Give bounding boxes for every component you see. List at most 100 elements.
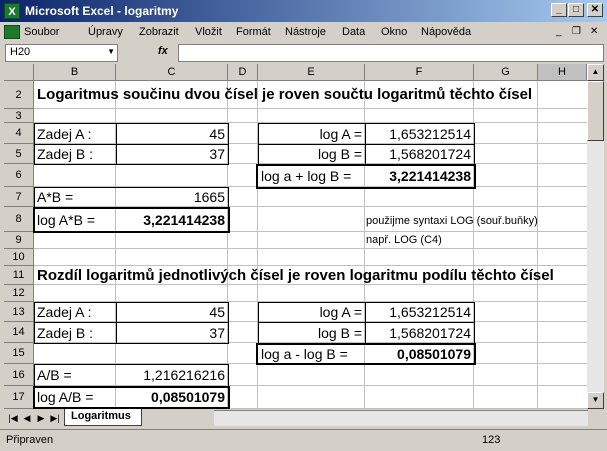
label-log-sum[interactable]: log a + log B = — [258, 167, 368, 185]
row-header[interactable]: 2 — [4, 81, 34, 109]
value-log-a-times-b[interactable]: 3,221414238 — [116, 211, 228, 229]
label-log-a[interactable]: log A = — [258, 125, 365, 143]
menu-okno[interactable]: Okno — [381, 26, 407, 38]
select-all-corner[interactable] — [4, 64, 34, 81]
heading-quotient-rule: Rozdíl logaritmů jednotlivých čísel je r… — [37, 267, 554, 284]
minimize-button[interactable]: _ — [551, 3, 567, 17]
first-sheet-icon[interactable]: |◀ — [6, 411, 20, 425]
doc-minimize-button[interactable]: _ — [556, 26, 562, 37]
row-header[interactable]: 5 — [4, 144, 34, 164]
label-zadej-b[interactable]: Zadej B : — [34, 324, 116, 342]
fx-icon[interactable]: fx — [158, 45, 168, 57]
value-log-b[interactable]: 1,568201724 — [365, 145, 474, 163]
row-header[interactable]: 10 — [4, 249, 34, 266]
label-log-b[interactable]: log B = — [258, 324, 365, 342]
column-header-h[interactable]: H — [538, 64, 587, 81]
label-zadej-a[interactable]: Zadej A : — [34, 125, 116, 143]
column-header-f[interactable]: F — [365, 64, 474, 81]
input-value-b[interactable]: 37 — [116, 324, 228, 342]
input-value-a[interactable]: 45 — [116, 303, 228, 321]
row-header[interactable]: 3 — [4, 109, 34, 123]
value-log-a-div-b[interactable]: 0,08501079 — [116, 388, 228, 406]
status-num-indicator: 123 — [482, 434, 501, 446]
name-box[interactable]: H20 ▼ — [5, 44, 118, 62]
input-value-a[interactable]: 45 — [116, 125, 228, 143]
value-log-a[interactable]: 1,653212514 — [365, 303, 474, 321]
window-title: Microsoft Excel - logaritmy — [25, 4, 179, 18]
column-header-b[interactable]: B — [34, 64, 116, 81]
last-sheet-icon[interactable]: ▶| — [48, 411, 62, 425]
value-log-diff[interactable]: 0,08501079 — [365, 345, 474, 363]
value-a-div-b[interactable]: 1,216216216 — [116, 366, 228, 384]
grid-col-line — [228, 81, 258, 409]
row-header[interactable]: 12 — [4, 285, 34, 302]
label-a-times-b[interactable]: A*B = — [34, 188, 116, 206]
doc-restore-button[interactable]: ❐ — [572, 26, 581, 37]
column-header-e[interactable]: E — [258, 64, 365, 81]
input-value-b[interactable]: 37 — [116, 145, 228, 163]
column-header-c[interactable]: C — [116, 64, 228, 81]
row-header[interactable]: 11 — [4, 266, 34, 285]
excel-app-icon[interactable]: X — [4, 3, 20, 19]
title-bar: X Microsoft Excel - logaritmy _ □ ✕ — [0, 0, 607, 22]
row-header[interactable]: 14 — [4, 322, 34, 343]
worksheet-grid[interactable]: B C D E F G H 2 3 4 5 6 7 8 9 10 11 12 1… — [4, 64, 587, 409]
row-header[interactable]: 8 — [4, 207, 34, 232]
value-log-sum[interactable]: 3,221414238 — [365, 167, 474, 185]
label-log-a-times-b[interactable]: log A*B = — [34, 211, 116, 229]
menu-zobrazit[interactable]: Zobrazit — [139, 26, 179, 38]
scroll-down-button[interactable]: ▼ — [587, 392, 604, 409]
label-log-b[interactable]: log B = — [258, 145, 365, 163]
row-header[interactable]: 9 — [4, 232, 34, 249]
label-a-div-b[interactable]: A/B = — [34, 366, 116, 384]
menu-data[interactable]: Data — [342, 26, 365, 38]
row-header[interactable]: 17 — [4, 386, 34, 409]
formula-input[interactable] — [178, 44, 604, 62]
menu-bar: Soubor Úpravy Zobrazit Vložit Formát Nás… — [0, 22, 607, 42]
value-a-times-b[interactable]: 1665 — [116, 188, 228, 206]
chevron-down-icon[interactable]: ▼ — [107, 47, 115, 56]
grid-col-line — [474, 81, 538, 409]
value-log-b[interactable]: 1,568201724 — [365, 324, 474, 342]
column-header-d[interactable]: D — [228, 64, 258, 81]
vertical-scrollbar[interactable]: ▲ ▼ — [587, 64, 604, 409]
label-zadej-a[interactable]: Zadej A : — [34, 303, 116, 321]
row-header[interactable]: 13 — [4, 302, 34, 322]
document-icon[interactable] — [4, 25, 20, 39]
menu-nastroje[interactable]: Nástroje — [285, 26, 326, 38]
log-box-divider — [258, 322, 475, 323]
maximize-button[interactable]: □ — [568, 3, 584, 17]
close-button[interactable]: ✕ — [587, 3, 603, 17]
note-example: např. LOG (C4) — [366, 234, 442, 246]
name-box-value: H20 — [10, 46, 31, 58]
doc-close-button[interactable]: ✕ — [590, 26, 598, 37]
prev-sheet-icon[interactable]: ◀ — [20, 411, 34, 425]
sheet-tab-bar: |◀ ◀ ▶ ▶| Logaritmus — [4, 409, 604, 427]
note-syntax: použijme syntaxi LOG (souř.buňky) — [366, 215, 538, 227]
label-log-diff[interactable]: log a - log B = — [258, 345, 368, 363]
status-text: Připraven — [6, 434, 54, 446]
label-log-a[interactable]: log A = — [258, 303, 365, 321]
scroll-thumb[interactable] — [587, 81, 604, 141]
label-log-a-div-b[interactable]: log A/B = — [34, 388, 116, 406]
row-header[interactable]: 4 — [4, 123, 34, 144]
row-header[interactable]: 16 — [4, 364, 34, 386]
menu-napoveda[interactable]: Nápověda — [421, 26, 471, 38]
menu-upravy[interactable]: Úpravy — [88, 26, 123, 38]
horizontal-scrollbar[interactable] — [214, 410, 588, 426]
menu-soubor[interactable]: Soubor — [24, 26, 59, 38]
sheet-tab-logaritmus[interactable]: Logaritmus — [64, 409, 142, 426]
row-header[interactable]: 15 — [4, 343, 34, 364]
scroll-up-button[interactable]: ▲ — [587, 64, 604, 81]
row-header[interactable]: 6 — [4, 164, 34, 187]
value-log-a[interactable]: 1,653212514 — [365, 125, 474, 143]
next-sheet-icon[interactable]: ▶ — [34, 411, 48, 425]
status-bar: Připraven 123 — [0, 429, 607, 451]
row-header[interactable]: 7 — [4, 187, 34, 207]
label-zadej-b[interactable]: Zadej B : — [34, 145, 116, 163]
menu-vlozit[interactable]: Vložit — [195, 26, 222, 38]
menu-format[interactable]: Formát — [236, 26, 271, 38]
formula-bar: H20 ▼ fx — [0, 43, 607, 63]
input-box-divider — [34, 322, 229, 323]
column-header-g[interactable]: G — [474, 64, 538, 81]
